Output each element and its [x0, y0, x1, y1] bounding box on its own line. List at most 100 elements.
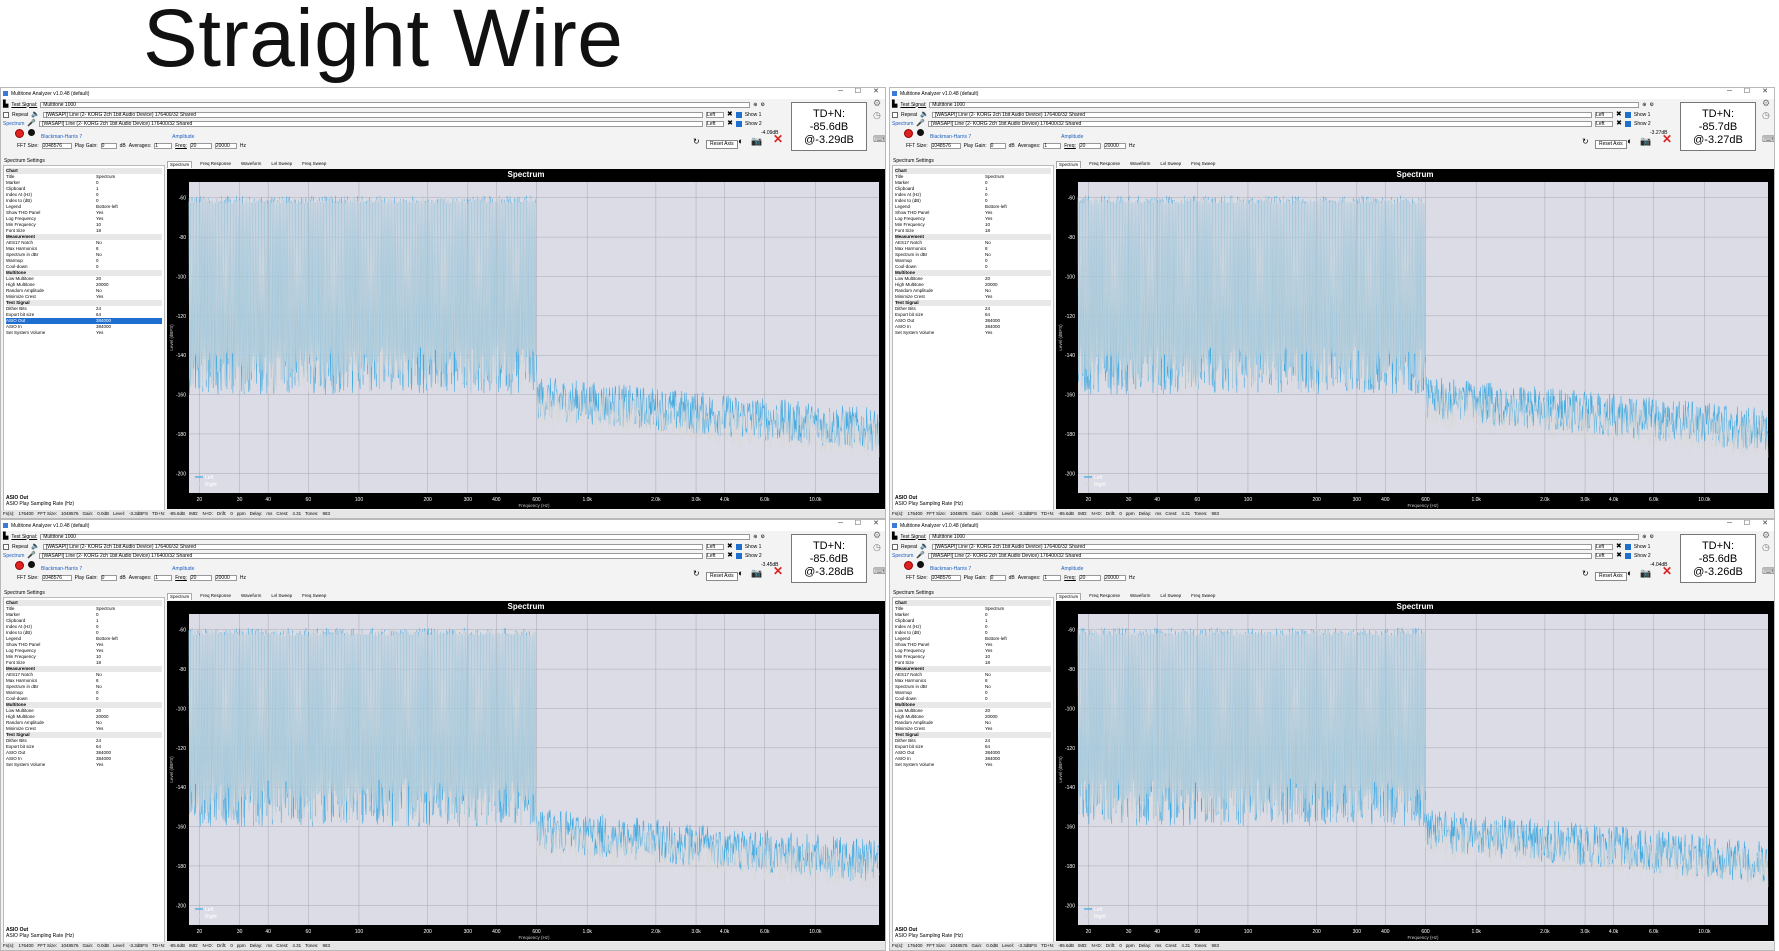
- stop-button[interactable]: [917, 129, 924, 136]
- record-button[interactable]: [15, 561, 24, 570]
- gear-icon[interactable]: ⚙: [873, 531, 885, 540]
- maximize-icon[interactable]: ☐: [855, 520, 861, 527]
- averages-select[interactable]: 1: [154, 143, 173, 149]
- freq-from-input[interactable]: 20: [1078, 575, 1101, 581]
- camera-icon[interactable]: 📷: [1640, 137, 1651, 146]
- history-icon[interactable]: ◷: [1762, 111, 1774, 120]
- input-channel-select[interactable]: Left: [706, 121, 725, 127]
- minimize-icon[interactable]: ─: [838, 520, 843, 527]
- contrast-icon[interactable]: ◐: [1627, 137, 1632, 146]
- stop-button[interactable]: [28, 129, 35, 136]
- repeat-checkbox[interactable]: [3, 544, 9, 550]
- tab-lvl-sweep[interactable]: Lvl Sweep: [1158, 161, 1183, 168]
- add-icon[interactable]: ⊕: [1642, 534, 1646, 540]
- gear-icon[interactable]: ⚙: [1762, 99, 1774, 108]
- input-device-select[interactable]: [WASAPI] Line (2- KORG 2ch 1bit Audio De…: [928, 553, 1593, 559]
- play-gain-input[interactable]: 0: [989, 143, 1006, 149]
- tools-icon[interactable]: ✖: [727, 543, 733, 550]
- refresh-icon[interactable]: ↻: [693, 138, 700, 146]
- window-function-select[interactable]: Blackman-Harris 7: [41, 134, 82, 140]
- camera-icon[interactable]: 📷: [751, 137, 762, 146]
- tools2-icon[interactable]: ✖: [1616, 552, 1622, 559]
- refresh-icon[interactable]: ↻: [1582, 570, 1589, 578]
- amplitude-select[interactable]: Amplitude: [172, 566, 194, 572]
- window-titlebar[interactable]: Multitone Analyzer v1.0.48 (default) ─ ☐…: [1, 520, 885, 531]
- spectrum-mode-label[interactable]: Spectrum: [3, 553, 24, 559]
- freq-to-input[interactable]: 20000: [214, 575, 237, 581]
- show1-checkbox[interactable]: [735, 544, 742, 550]
- tab-spectrum[interactable]: Spectrum: [167, 593, 193, 600]
- repeat-checkbox[interactable]: [892, 112, 898, 118]
- output-device-select[interactable]: [WASAPI] Line (2- KORG 2ch 1bit Audio De…: [42, 544, 703, 550]
- gear-icon[interactable]: ⚙: [1762, 531, 1774, 540]
- freq-to-input[interactable]: 20000: [1103, 575, 1126, 581]
- window-function-select[interactable]: Blackman-Harris 7: [930, 134, 971, 140]
- repeat-checkbox[interactable]: [892, 544, 898, 550]
- settings-small-icon[interactable]: ⚙: [1649, 534, 1653, 540]
- input-channel-select[interactable]: Left: [1595, 553, 1614, 559]
- tools2-icon[interactable]: ✖: [727, 120, 733, 127]
- keyboard-icon[interactable]: ⌨: [873, 135, 885, 144]
- add-icon[interactable]: ⊕: [753, 534, 757, 540]
- reset-axis-button[interactable]: Reset Axis: [706, 140, 738, 149]
- reset-axis-button[interactable]: Reset Axis: [1595, 140, 1627, 149]
- averages-select[interactable]: 1: [1043, 143, 1062, 149]
- tab-freq-response[interactable]: Freq Response: [198, 593, 233, 600]
- minimize-icon[interactable]: ─: [1727, 520, 1732, 527]
- history-icon[interactable]: ◷: [873, 111, 885, 120]
- keyboard-icon[interactable]: ⌨: [1762, 567, 1774, 576]
- repeat-checkbox[interactable]: [3, 112, 9, 118]
- freq-to-input[interactable]: 20000: [1103, 143, 1126, 149]
- show1-checkbox[interactable]: [1624, 544, 1631, 550]
- gear-icon[interactable]: ⚙: [873, 99, 885, 108]
- record-button[interactable]: [904, 561, 913, 570]
- close-icon[interactable]: ✕: [873, 520, 879, 527]
- history-icon[interactable]: ◷: [1762, 543, 1774, 552]
- close-icon[interactable]: ✕: [1762, 88, 1768, 95]
- window-titlebar[interactable]: Multitone Analyzer v1.0.48 (default) ─ ☐…: [890, 520, 1774, 531]
- settings-row[interactable]: Set System Volume Yes: [895, 762, 1051, 768]
- freq-from-input[interactable]: 20: [1078, 143, 1101, 149]
- tab-freq-response[interactable]: Freq Response: [198, 161, 233, 168]
- averages-select[interactable]: 1: [154, 575, 173, 581]
- amplitude-select[interactable]: Amplitude: [1061, 134, 1083, 140]
- fft-size-select[interactable]: 1048576: [41, 143, 72, 149]
- settings-row[interactable]: Set System Volume Yes: [6, 330, 162, 336]
- tab-freq-sweep[interactable]: Freq Sweep: [300, 593, 328, 600]
- keyboard-icon[interactable]: ⌨: [873, 567, 885, 576]
- tools2-icon[interactable]: ✖: [1616, 120, 1622, 127]
- output-channel-select[interactable]: Left: [1594, 544, 1613, 550]
- settings-row[interactable]: Set System Volume Yes: [895, 330, 1051, 336]
- show2-checkbox[interactable]: [736, 121, 742, 127]
- output-channel-select[interactable]: Left: [705, 112, 724, 118]
- close-icon[interactable]: ✕: [1762, 520, 1768, 527]
- refresh-icon[interactable]: ↻: [1582, 138, 1589, 146]
- test-signal-select[interactable]: Multitone 1000: [40, 101, 751, 108]
- input-channel-select[interactable]: Left: [706, 553, 725, 559]
- spectrum-mode-label[interactable]: Spectrum: [892, 553, 913, 559]
- play-gain-input[interactable]: 0: [100, 143, 117, 149]
- amplitude-select[interactable]: Amplitude: [172, 134, 194, 140]
- input-device-select[interactable]: [WASAPI] Line (2- KORG 2ch 1bit Audio De…: [39, 553, 704, 559]
- input-channel-select[interactable]: Left: [1595, 121, 1614, 127]
- tab-spectrum[interactable]: Spectrum: [1056, 593, 1082, 600]
- tab-freq-response[interactable]: Freq Response: [1087, 161, 1122, 168]
- output-channel-select[interactable]: Left: [705, 544, 724, 550]
- keyboard-icon[interactable]: ⌨: [1762, 135, 1774, 144]
- tools-icon[interactable]: ✖: [1616, 111, 1622, 118]
- test-signal-select[interactable]: Multitone 1000: [929, 533, 1640, 540]
- tab-waveform[interactable]: Waveform: [239, 593, 263, 600]
- show2-checkbox[interactable]: [1625, 553, 1631, 559]
- tools-icon[interactable]: ✖: [727, 111, 733, 118]
- tab-freq-sweep[interactable]: Freq Sweep: [1189, 593, 1217, 600]
- freq-from-input[interactable]: 20: [189, 575, 212, 581]
- fft-size-select[interactable]: 1048576: [41, 575, 72, 581]
- add-icon[interactable]: ⊕: [753, 102, 757, 108]
- tab-lvl-sweep[interactable]: Lvl Sweep: [269, 161, 294, 168]
- spectrum-mode-label[interactable]: Spectrum: [892, 121, 913, 127]
- window-titlebar[interactable]: Multitone Analyzer v1.0.48 (default) ─ ☐…: [890, 88, 1774, 99]
- camera-icon[interactable]: 📷: [1640, 569, 1651, 578]
- settings-small-icon[interactable]: ⚙: [760, 534, 764, 540]
- output-device-select[interactable]: [WASAPI] Line (2- KORG 2ch 1bit Audio De…: [931, 112, 1592, 118]
- show2-checkbox[interactable]: [1625, 121, 1631, 127]
